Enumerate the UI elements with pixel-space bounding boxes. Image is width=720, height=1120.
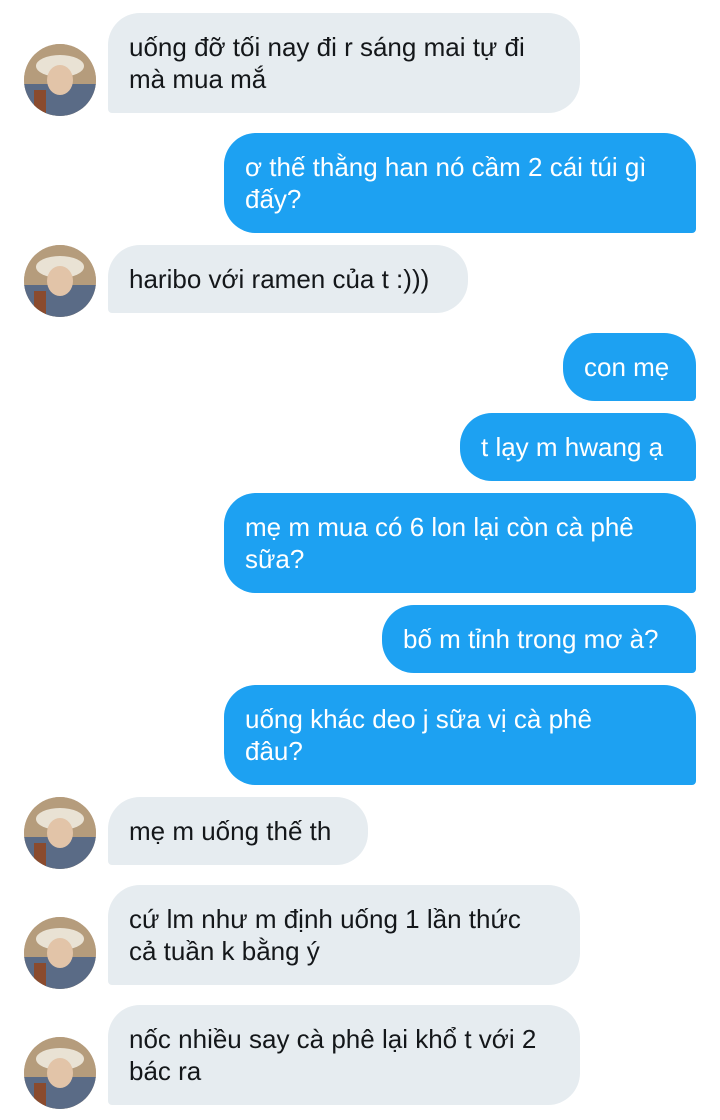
contact-avatar[interactable] bbox=[24, 797, 96, 869]
contact-avatar[interactable] bbox=[24, 245, 96, 317]
message-bubble-incoming[interactable]: uống đỡ tối nay đi r sáng mai tự đi mà m… bbox=[108, 13, 580, 113]
contact-avatar[interactable] bbox=[24, 1037, 96, 1109]
message-bubble-outgoing[interactable]: t lạy m hwang ạ bbox=[460, 413, 696, 481]
message-bubble-incoming[interactable]: haribo với ramen của t :))) bbox=[108, 245, 468, 313]
avatar-photo-icon bbox=[24, 1037, 96, 1109]
message-bubble-incoming[interactable]: nốc nhiều say cà phê lại khổ t với 2 bác… bbox=[108, 1005, 580, 1105]
avatar-photo-icon bbox=[24, 245, 96, 317]
message-bubble-outgoing[interactable]: uống khác deo j sữa vị cà phê đâu? bbox=[224, 685, 696, 785]
message-bubble-outgoing[interactable]: con mẹ bbox=[563, 333, 696, 401]
conversation-thread: uống đỡ tối nay đi r sáng mai tự đi mà m… bbox=[0, 0, 720, 1120]
message-bubble-outgoing[interactable]: ơ thế thằng han nó cầm 2 cái túi gì đấy? bbox=[224, 133, 696, 233]
avatar-photo-icon bbox=[24, 917, 96, 989]
message-bubble-incoming[interactable]: cứ lm như m định uống 1 lần thức cả tuần… bbox=[108, 885, 580, 985]
avatar-photo-icon bbox=[24, 797, 96, 869]
message-bubble-outgoing[interactable]: mẹ m mua có 6 lon lại còn cà phê sữa? bbox=[224, 493, 696, 593]
contact-avatar[interactable] bbox=[24, 44, 96, 116]
contact-avatar[interactable] bbox=[24, 917, 96, 989]
message-bubble-incoming[interactable]: mẹ m uống thế th bbox=[108, 797, 368, 865]
avatar-photo-icon bbox=[24, 44, 96, 116]
message-bubble-outgoing[interactable]: bố m tỉnh trong mơ à? bbox=[382, 605, 696, 673]
